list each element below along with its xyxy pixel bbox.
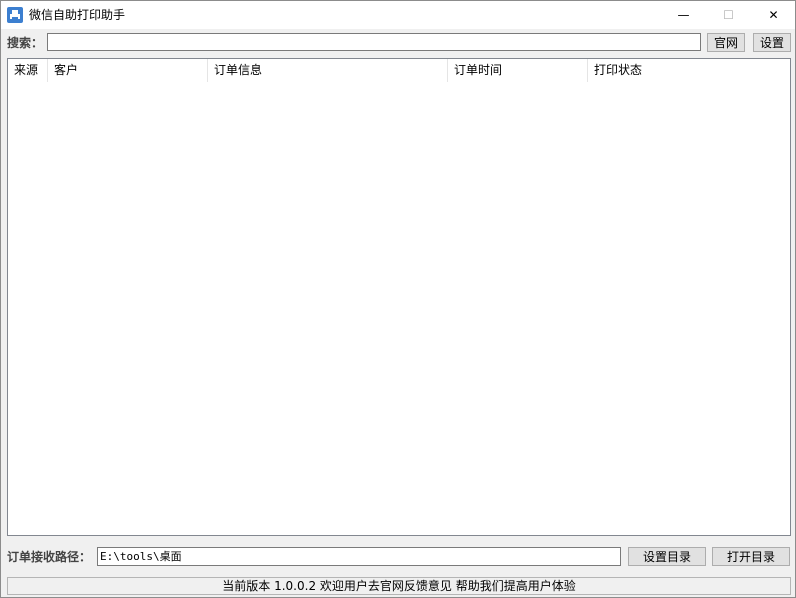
column-header-print-status[interactable]: 打印状态 xyxy=(588,59,788,82)
status-bar: 当前版本 1.0.0.2 欢迎用户去官网反馈意见 帮助我们提高用户体验 xyxy=(7,577,791,595)
column-header-customer[interactable]: 客户 xyxy=(48,59,208,82)
receive-path-input[interactable]: E:\tools\桌面 xyxy=(97,547,621,566)
settings-button[interactable]: 设置 xyxy=(753,33,791,52)
title-bar[interactable]: 微信自助打印助手 — ☐ ✕ xyxy=(1,1,795,29)
order-list[interactable]: 来源 客户 订单信息 订单时间 打印状态 xyxy=(7,58,791,536)
maximize-button[interactable]: ☐ xyxy=(706,1,751,29)
list-header: 来源 客户 订单信息 订单时间 打印状态 xyxy=(8,59,790,82)
search-label: 搜索： xyxy=(7,36,44,50)
maximize-icon: ☐ xyxy=(723,8,734,22)
official-site-button[interactable]: 官网 xyxy=(707,33,745,52)
column-header-source[interactable]: 来源 xyxy=(8,59,48,82)
search-input[interactable] xyxy=(47,33,701,51)
minimize-button[interactable]: — xyxy=(661,1,706,29)
close-icon: ✕ xyxy=(768,8,779,22)
window-title: 微信自助打印助手 xyxy=(29,8,126,22)
close-button[interactable]: ✕ xyxy=(751,1,796,29)
column-header-order-time[interactable]: 订单时间 xyxy=(448,59,588,82)
column-header-order-info[interactable]: 订单信息 xyxy=(208,59,448,82)
minimize-icon: — xyxy=(677,8,690,22)
app-window: 微信自助打印助手 — ☐ ✕ 搜索： 官网 设置 来源 客户 订单信息 订单时间… xyxy=(0,0,796,598)
printer-icon xyxy=(7,7,23,23)
open-directory-button[interactable]: 打开目录 xyxy=(712,547,790,566)
set-directory-button[interactable]: 设置目录 xyxy=(628,547,706,566)
receive-path-label: 订单接收路径： xyxy=(7,550,92,564)
